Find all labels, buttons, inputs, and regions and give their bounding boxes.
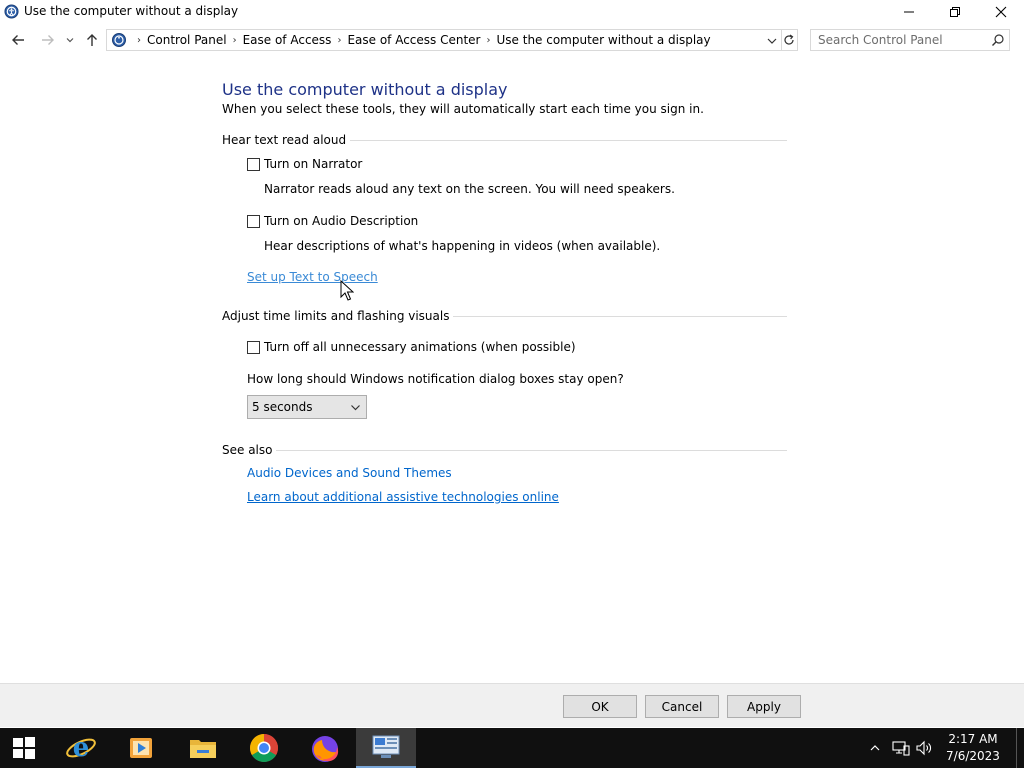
chevron-right-icon[interactable]: › (487, 35, 491, 46)
start-button[interactable] (0, 728, 48, 768)
internet-explorer-button[interactable]: e (51, 728, 111, 768)
file-explorer-icon (190, 740, 216, 758)
svg-text:e: e (73, 733, 90, 763)
notification-duration-select[interactable]: 5 seconds (247, 395, 367, 419)
arrow-up-icon (87, 34, 97, 46)
volume-icon (916, 740, 931, 756)
firefox-button[interactable] (295, 728, 355, 768)
divider (276, 449, 787, 451)
mouse-cursor-icon (340, 280, 354, 301)
narrator-description: Narrator reads aloud any text on the scr… (264, 182, 675, 196)
chevron-right-icon[interactable]: › (337, 35, 341, 46)
audio-description-option[interactable]: Turn on Audio Description (247, 213, 418, 229)
ease-of-access-icon (4, 4, 19, 19)
forward-button[interactable] (38, 30, 58, 50)
animations-label[interactable]: Turn off all unnecessary animations (whe… (264, 340, 576, 354)
section-heading: See also (222, 443, 273, 457)
chevron-right-icon[interactable]: › (233, 35, 237, 46)
show-hidden-icons-button[interactable] (866, 728, 884, 768)
network-icon (892, 741, 910, 756)
notification-duration-value: 5 seconds (252, 400, 313, 414)
control-panel-icon (372, 735, 400, 758)
breadcrumb: › Control Panel › Ease of Access › Ease … (131, 30, 711, 50)
narrator-label[interactable]: Turn on Narrator (264, 157, 362, 171)
address-bar[interactable]: › Control Panel › Ease of Access › Ease … (106, 29, 782, 51)
search-icon[interactable] (991, 33, 1005, 47)
section-see-also: See also (222, 442, 787, 458)
address-dropdown-icon[interactable] (765, 34, 779, 48)
taskbar-clock[interactable]: 2:17 AM 7/6/2023 (934, 731, 1012, 767)
audio-description-checkbox[interactable] (247, 214, 260, 228)
divider (453, 315, 787, 317)
animations-option[interactable]: Turn off all unnecessary animations (whe… (247, 339, 576, 355)
media-player-button[interactable] (111, 728, 171, 768)
section-heading: Adjust time limits and flashing visuals (222, 309, 450, 323)
recent-locations-button[interactable] (62, 30, 78, 50)
refresh-button[interactable] (780, 29, 798, 51)
narrator-checkbox[interactable] (247, 157, 260, 171)
apply-button[interactable]: Apply (727, 695, 801, 718)
page-title: Use the computer without a display (222, 80, 508, 99)
dialog-button-bar: OK Cancel Apply (0, 683, 1024, 727)
assistive-technologies-link[interactable]: Learn about additional assistive technol… (247, 490, 559, 504)
close-button[interactable] (978, 0, 1024, 24)
navigation-bar: › Control Panel › Ease of Access › Ease … (0, 26, 1024, 54)
text-to-speech-link[interactable]: Set up Text to Speech (247, 270, 378, 284)
volume-button[interactable] (914, 728, 934, 768)
close-icon (995, 6, 1007, 18)
breadcrumb-control-panel[interactable]: Control Panel (147, 33, 227, 47)
notification-duration-question: How long should Windows notification dia… (247, 372, 624, 386)
breadcrumb-current-page[interactable]: Use the computer without a display (497, 33, 711, 47)
minimize-button[interactable] (886, 0, 932, 24)
chrome-button[interactable] (234, 728, 294, 768)
main-content: Use the computer without a display When … (0, 58, 1024, 682)
media-player-icon (130, 738, 152, 758)
divider (350, 139, 787, 141)
back-button[interactable] (8, 30, 28, 50)
arrow-right-icon (42, 35, 54, 45)
narrator-option[interactable]: Turn on Narrator (247, 156, 362, 172)
search-box[interactable] (810, 29, 1010, 51)
chevron-up-icon (870, 745, 880, 751)
section-hear-text: Hear text read aloud (222, 132, 787, 148)
breadcrumb-ease-of-access[interactable]: Ease of Access (243, 33, 332, 47)
restore-icon (950, 7, 960, 17)
chevron-right-icon: › (137, 34, 141, 46)
audio-devices-link[interactable]: Audio Devices and Sound Themes (247, 466, 452, 480)
chrome-icon (250, 734, 278, 762)
audio-description-description: Hear descriptions of what's happening in… (264, 239, 661, 253)
control-panel-taskbar-button[interactable] (356, 728, 416, 768)
show-desktop-button[interactable] (1016, 728, 1024, 768)
chevron-down-icon (66, 38, 74, 43)
section-time-limits: Adjust time limits and flashing visuals (222, 308, 787, 324)
network-button[interactable] (890, 728, 912, 768)
refresh-icon (783, 34, 794, 45)
arrow-left-icon (12, 35, 24, 45)
section-heading: Hear text read aloud (222, 133, 347, 147)
animations-checkbox[interactable] (247, 340, 260, 354)
audio-description-label[interactable]: Turn on Audio Description (264, 214, 418, 228)
windows-logo-icon (13, 737, 35, 759)
taskbar: e 2:17 AM 7/6/2023 (0, 728, 1024, 768)
search-input[interactable] (811, 30, 987, 50)
clock-date: 7/6/2023 (946, 749, 1000, 763)
breadcrumb-ease-of-access-center[interactable]: Ease of Access Center (347, 33, 480, 47)
minimize-icon (904, 11, 914, 13)
internet-explorer-icon: e (66, 733, 96, 763)
firefox-icon (312, 736, 339, 762)
chevron-down-icon (351, 405, 360, 411)
file-explorer-button[interactable] (173, 728, 233, 768)
clock-time: 2:17 AM (948, 732, 998, 746)
cancel-button[interactable]: Cancel (645, 695, 719, 718)
up-button[interactable] (82, 30, 102, 50)
title-bar: Use the computer without a display (0, 0, 1024, 24)
restore-button[interactable] (932, 0, 978, 24)
window-title: Use the computer without a display (24, 4, 239, 18)
control-panel-icon (112, 33, 126, 47)
page-subtitle: When you select these tools, they will a… (222, 102, 704, 116)
ok-button[interactable]: OK (563, 695, 637, 718)
